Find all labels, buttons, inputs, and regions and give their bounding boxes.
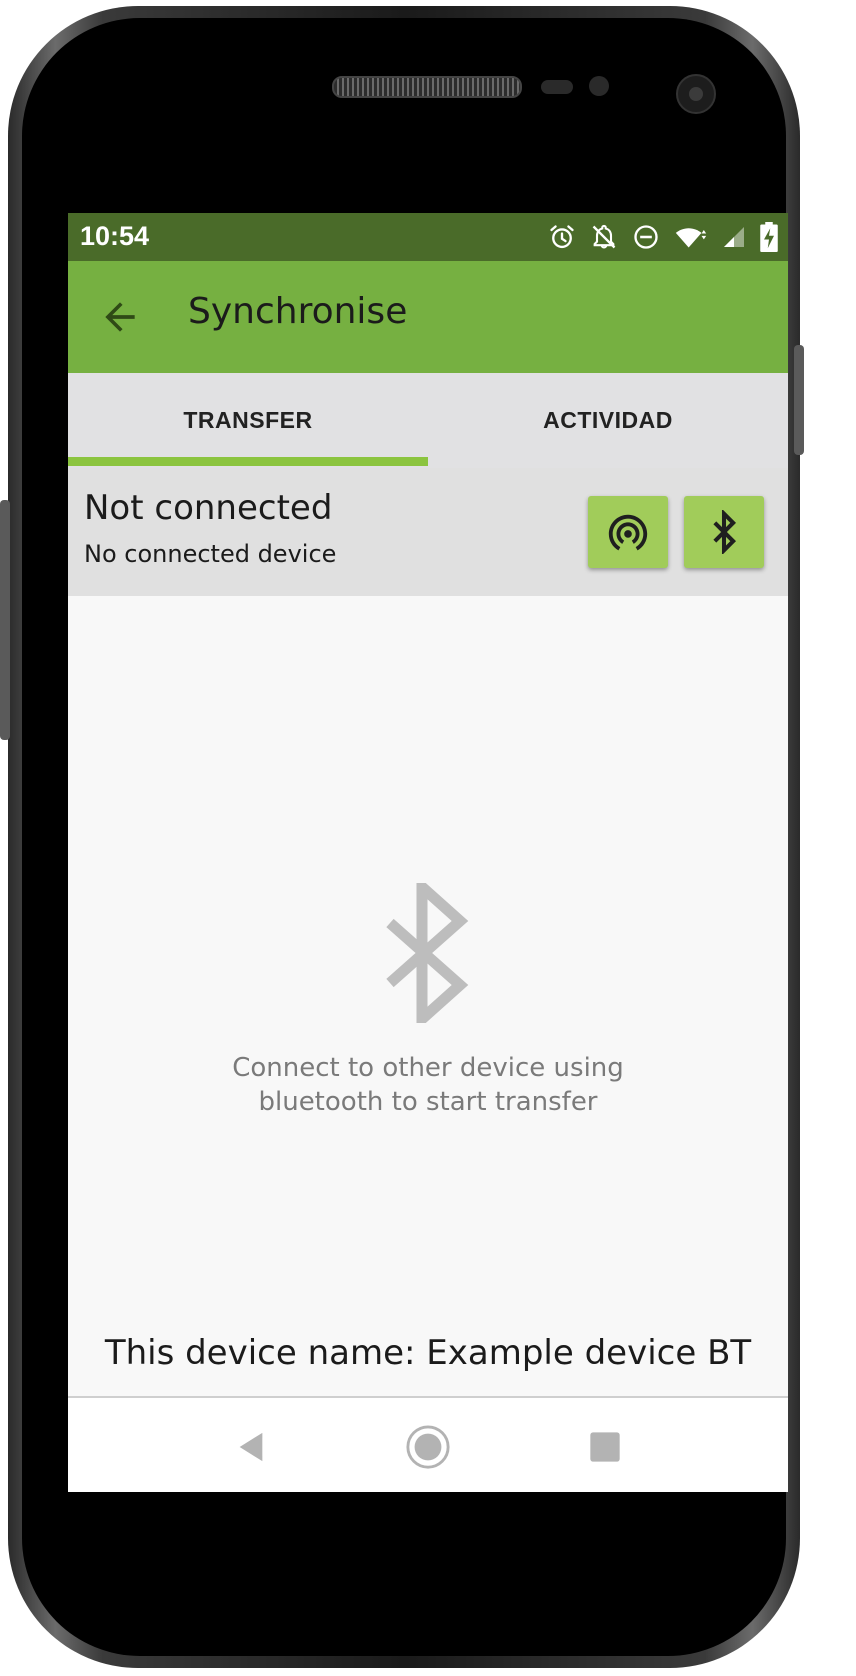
tab-bar: TRANSFER ACTIVIDAD [68,373,788,468]
front-camera [676,74,716,114]
proximity-sensor [541,80,573,94]
device-name-label: This device name: Example device BT [104,1333,752,1373]
earpiece-speaker [332,76,522,98]
wifi-icon [675,228,707,248]
bluetooth-button[interactable] [684,496,764,568]
tab-indicator [68,457,428,466]
empty-state-line-2: bluetooth to start transfer [258,1087,598,1117]
light-sensor [589,76,609,96]
do-not-disturb-icon [634,225,658,249]
app-title: Synchronise [188,291,408,332]
nav-home-icon [406,1425,450,1469]
navigation-bar [68,1396,788,1492]
nav-home-button[interactable] [405,1424,451,1470]
nav-back-button[interactable] [228,1424,274,1470]
connection-subtitle: No connected device [84,540,337,568]
status-icons [548,221,778,253]
notifications-off-icon [592,224,616,249]
hotspot-button[interactable] [588,496,668,568]
nav-recents-button[interactable] [582,1424,628,1470]
bluetooth-icon [713,510,737,554]
connection-status-bar: Not connected No connected device [68,468,788,596]
hotspot-icon [608,514,648,551]
battery-charging-icon [760,222,778,252]
tab-actividad[interactable]: ACTIVIDAD [428,373,788,468]
connection-title: Not connected [84,488,333,528]
status-time: 10:54 [80,221,150,251]
volume-button [0,500,10,740]
nav-back-icon [239,1432,263,1462]
power-button [794,345,804,455]
app-bar: Synchronise [68,261,788,373]
nav-recents-icon [590,1432,620,1462]
screen: 10:54 Synchronise TRANSFER ACTIVIDAD Not… [68,213,788,1492]
cell-signal-icon [724,227,744,247]
bluetooth-large-icon [386,883,469,1023]
empty-state-line-1: Connect to other device using [232,1053,624,1083]
empty-state-message: Connect to other device using bluetooth … [68,1051,788,1119]
back-button[interactable] [98,295,142,339]
alarm-icon [550,225,574,249]
tab-transfer[interactable]: TRANSFER [68,373,428,468]
arrow-back-icon [105,302,135,332]
status-bar: 10:54 [68,213,788,261]
